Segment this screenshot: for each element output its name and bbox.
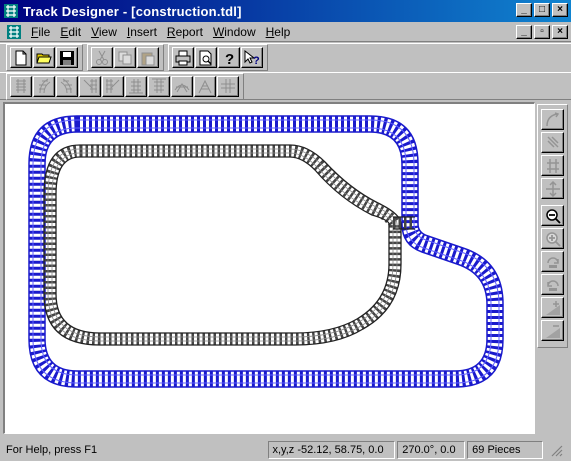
doc-minimize-button[interactable]: _ — [516, 25, 532, 39]
menu-window[interactable]: Window — [208, 25, 261, 39]
print-button[interactable] — [172, 47, 194, 68]
straight-track-icon — [16, 79, 26, 93]
ramp-down-icon — [152, 78, 166, 93]
svg-text:?: ? — [225, 51, 234, 66]
close-button[interactable]: × — [552, 3, 568, 17]
flip-button[interactable] — [541, 132, 564, 153]
curve-track-right-icon — [60, 78, 72, 94]
svg-text:?: ? — [253, 55, 260, 66]
menu-view[interactable]: View — [86, 25, 122, 39]
zoom-in-icon — [545, 231, 561, 247]
status-angle: 270.0°, 0.0 — [397, 440, 466, 459]
print-icon — [175, 50, 191, 65]
curve-right-button[interactable] — [56, 75, 78, 97]
status-bar: For Help, press F1 x,y,z -52.12, 58.75, … — [0, 438, 571, 461]
curve-left-button[interactable] — [33, 75, 55, 97]
minimize-button[interactable]: _ — [516, 3, 532, 17]
file-group — [6, 44, 83, 71]
doc-restore-button[interactable]: ▫ — [534, 25, 550, 39]
lower-button[interactable] — [541, 320, 564, 341]
track-toolbar — [0, 72, 571, 100]
maximize-button[interactable]: □ — [534, 3, 550, 17]
cut-scissors-icon — [96, 50, 108, 65]
raise-button[interactable] — [541, 297, 564, 318]
bridge-button[interactable] — [171, 75, 193, 97]
help-question-icon: ? — [225, 51, 234, 66]
menu-insert[interactable]: Insert — [122, 25, 162, 39]
clipboard-group — [87, 44, 164, 71]
move-icon — [545, 180, 560, 197]
doc-close-button[interactable]: × — [552, 25, 568, 39]
join-button[interactable] — [541, 155, 564, 176]
window-title: Track Designer - [construction.tdl] — [23, 3, 242, 19]
switch-left-icon — [83, 79, 97, 93]
crossing-button[interactable] — [194, 75, 216, 97]
zoom-out-icon — [545, 208, 561, 224]
status-help-text: For Help, press F1 — [6, 443, 98, 456]
copy-icon — [118, 51, 132, 64]
paste-button[interactable] — [137, 47, 159, 68]
title-bar[interactable]: Track Designer - [construction.tdl] _ □ … — [0, 0, 571, 22]
raise-icon — [545, 300, 560, 315]
move-button[interactable] — [541, 178, 564, 199]
menu-bar: File Edit View Insert Report Window Help… — [0, 22, 571, 42]
ramp-up-button[interactable] — [125, 75, 147, 97]
menu-edit[interactable]: Edit — [55, 25, 86, 39]
edit-toolbar — [537, 104, 568, 348]
context-help-icon: ? — [244, 49, 260, 66]
print-preview-button[interactable] — [195, 47, 217, 68]
switch-left-button[interactable] — [79, 75, 101, 97]
menu-help[interactable]: Help — [261, 25, 296, 39]
zoom-out-button[interactable] — [541, 205, 564, 226]
ramp-down-button[interactable] — [148, 75, 170, 97]
lower-icon — [545, 324, 560, 338]
rotate-cw-button[interactable] — [541, 251, 564, 272]
flip-icon — [546, 135, 559, 148]
menu-report[interactable]: Report — [162, 25, 208, 39]
about-button[interactable]: ? — [218, 47, 240, 68]
new-button[interactable] — [10, 47, 32, 68]
resize-grip-icon[interactable] — [545, 441, 567, 459]
status-piece-count: 69 Pieces — [467, 440, 544, 459]
track-pieces-group — [6, 72, 244, 100]
zoom-in-button[interactable] — [541, 228, 564, 249]
track-layout-drawing[interactable] — [5, 104, 534, 433]
rotate-curve-button[interactable] — [541, 109, 564, 130]
join-icon — [546, 158, 559, 173]
open-button[interactable] — [33, 47, 55, 68]
crossing-icon — [198, 79, 212, 94]
crossover-icon — [221, 79, 235, 93]
track-canvas[interactable] — [3, 102, 535, 434]
app-icon — [4, 4, 18, 18]
ramp-up-icon — [129, 79, 143, 94]
inner-track-loop[interactable] — [43, 144, 415, 346]
curve-track-left-icon — [39, 78, 51, 94]
menu-file[interactable]: File — [26, 25, 55, 39]
straight-track-button[interactable] — [10, 75, 32, 97]
rotate-cw-icon — [546, 256, 559, 268]
open-folder-icon — [36, 53, 52, 63]
document-icon[interactable] — [6, 24, 22, 40]
bridge-icon — [174, 83, 190, 93]
switch-right-button[interactable] — [102, 75, 124, 97]
save-floppy-icon — [60, 50, 74, 65]
print-group: ? ? — [168, 44, 268, 71]
status-coordinates: x,y,z -52.12, 58.75, 0.0 — [267, 440, 396, 459]
switch-right-icon — [106, 79, 120, 93]
rotate-ccw-button[interactable] — [541, 274, 564, 295]
standard-toolbar: ? ? — [0, 43, 571, 71]
save-button[interactable] — [56, 47, 78, 68]
paste-icon — [141, 52, 155, 65]
rotate-curve-icon — [545, 111, 559, 126]
cut-button[interactable] — [91, 47, 113, 68]
new-document-icon — [15, 50, 27, 65]
print-preview-icon — [199, 50, 212, 65]
context-help-button[interactable]: ? — [241, 47, 263, 68]
crossover-button[interactable] — [217, 75, 239, 97]
rotate-ccw-icon — [546, 279, 559, 291]
copy-button[interactable] — [114, 47, 136, 68]
